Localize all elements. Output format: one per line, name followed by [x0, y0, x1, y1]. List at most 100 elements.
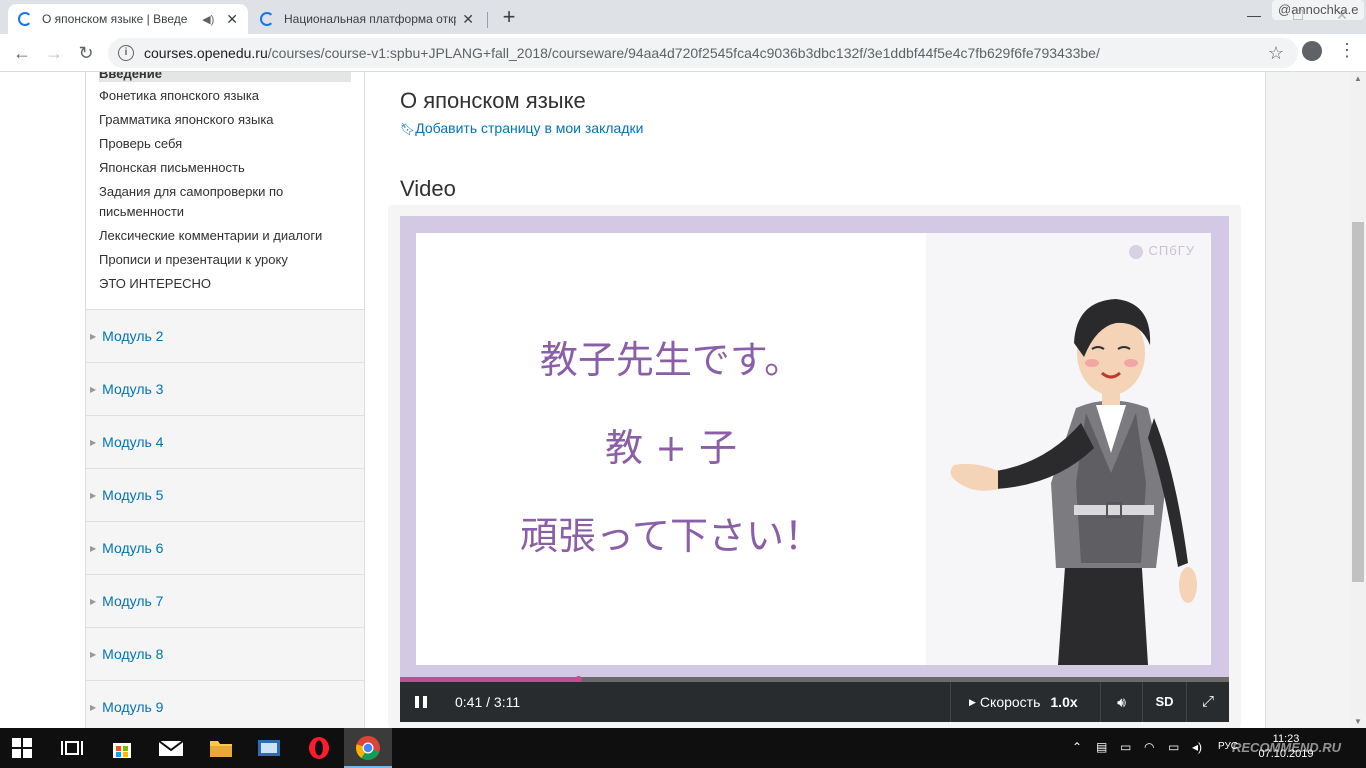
sidebar-item-self-check[interactable]: Проверь себя [99, 134, 361, 154]
windows-logo-pane [23, 749, 32, 758]
module-label: Модуль 7 [102, 593, 164, 609]
pause-icon-bar [423, 696, 427, 708]
start-button[interactable] [12, 738, 32, 758]
task-view-icon[interactable] [60, 736, 86, 760]
sidebar-module-2[interactable]: ▶ Модуль 2 [86, 309, 364, 362]
caret-right-icon: ▶ [90, 702, 97, 712]
caret-right-icon: ▶ [90, 543, 97, 553]
video-time: 0:41 / 3:11 [455, 694, 521, 710]
url-host: courses.openedu.ru [144, 45, 268, 61]
store-icon[interactable] [110, 736, 136, 760]
sidebar-module-5[interactable]: ▶ Модуль 5 [86, 468, 364, 521]
account-avatar-icon[interactable] [1302, 41, 1322, 61]
sidebar-module-6[interactable]: ▶ Модуль 6 [86, 521, 364, 574]
wifi-icon[interactable]: ◠ [1144, 740, 1154, 754]
page-scrollbar[interactable]: ▲ ▼ [1350, 72, 1366, 728]
browser-toolbar: ← → ↻ i courses.openedu.ru/courses/cours… [0, 34, 1366, 72]
reload-button[interactable]: ↻ [72, 39, 100, 67]
chrome-taskbar-button[interactable] [344, 728, 392, 768]
sidebar-item-active[interactable]: Введение [99, 72, 351, 82]
forward-button[interactable]: → [40, 39, 68, 67]
add-bookmark-link[interactable]: 🔖︎Добавить страницу в мои закладки [400, 120, 643, 136]
module-label: Модуль 3 [102, 381, 164, 397]
slide-line-1: 教子先生です。 [539, 338, 803, 382]
scrollbar-thumb[interactable] [1352, 222, 1364, 582]
minimize-window-button[interactable]: — [1234, 0, 1274, 30]
sidebar-item-interesting[interactable]: ЭТО ИНТЕРЕСНО [99, 274, 361, 294]
slide-line-2: 教 + 子 [605, 426, 737, 470]
volume-tray-icon[interactable]: ◂) [1192, 740, 1202, 754]
windows-taskbar: ⌃ ▤ ▭ ◠ ▭ ◂) РУС RECOMMEND.RU 11:23 07.1… [0, 728, 1366, 768]
chrome-icon [356, 736, 380, 760]
tray-expand-icon[interactable]: ⌃ [1072, 740, 1082, 754]
bookmark-star-icon[interactable]: ☆ [1268, 43, 1284, 64]
windows-logo-pane [23, 738, 32, 747]
app-icon[interactable] [256, 736, 282, 760]
video-player: 教子先生です。 教 + 子 頑張って下さい！ СПбГУ 0:41 / 3:11… [388, 205, 1241, 728]
sidebar-item-grammar[interactable]: Грамматика японского языка [99, 110, 361, 130]
module-label: Модуль 9 [102, 699, 164, 715]
course-navigation-sidebar: Введение Фонетика японского языка Грамма… [85, 72, 365, 728]
caret-right-icon: ▶ [90, 649, 97, 659]
address-bar[interactable]: i courses.openedu.ru/courses/course-v1:s… [108, 38, 1298, 68]
file-explorer-icon[interactable] [208, 736, 234, 760]
tab-active[interactable]: О японском языке | Введе ◀) ✕ [8, 4, 248, 34]
scroll-down-icon[interactable]: ▼ [1354, 717, 1362, 726]
browser-tab-strip: О японском языке | Введе ◀) ✕ Национальн… [0, 0, 1366, 34]
module-label: Модуль 2 [102, 328, 164, 344]
windows-logo-pane [12, 749, 21, 758]
volume-button[interactable]: 🔊︎ [1100, 682, 1142, 722]
clock-time: 11:23 [1272, 733, 1300, 745]
tab-inactive[interactable]: Национальная платформа откр ✕ [250, 4, 484, 34]
tray-display-icon[interactable]: ▭ [1120, 740, 1131, 754]
sidebar-item-writing-tasks[interactable]: Задания для самопроверки по [99, 182, 361, 202]
audio-playing-icon[interactable]: ◀) [202, 13, 214, 26]
speed-value: 1.0x [1050, 694, 1078, 710]
sidebar-module-4[interactable]: ▶ Модуль 4 [86, 415, 364, 468]
tray-app-icon[interactable]: ▤ [1096, 740, 1107, 754]
loading-spinner-icon [18, 12, 32, 26]
sidebar-module-7[interactable]: ▶ Модуль 7 [86, 574, 364, 627]
site-info-icon[interactable]: i [118, 45, 134, 61]
battery-icon[interactable]: ▭ [1168, 740, 1179, 754]
speed-button[interactable]: ▶ Скорость 1.0x [950, 682, 1100, 722]
add-bookmark-label: Добавить страницу в мои закладки [415, 120, 644, 136]
tab-title: Национальная платформа откр [284, 12, 457, 26]
sidebar-item-label: Введение [99, 72, 162, 81]
profile-name-overlay: @annochka.e [1272, 0, 1365, 20]
module-label: Модуль 8 [102, 646, 164, 662]
sidebar-item-presentations[interactable]: Прописи и презентации к уроку [99, 250, 361, 270]
caret-right-icon: ▶ [90, 437, 97, 447]
sidebar-item-phonetics[interactable]: Фонетика японского языка [99, 86, 361, 106]
video-heading: Video [400, 176, 456, 201]
browser-menu-icon[interactable]: ⋮ [1338, 40, 1356, 60]
mail-icon[interactable] [158, 736, 184, 760]
sidebar-module-3[interactable]: ▶ Модуль 3 [86, 362, 364, 415]
sidebar-module-9[interactable]: ▶ Модуль 9 [86, 680, 364, 728]
caret-right-icon: ▶ [90, 331, 97, 341]
opera-icon[interactable] [306, 736, 332, 760]
page-left-margin [0, 72, 85, 728]
sidebar-item-writing-tasks-cont[interactable]: письменности [99, 202, 361, 222]
volume-icon: 🔊︎ [1117, 694, 1126, 710]
back-button[interactable]: ← [8, 39, 36, 67]
close-tab-icon[interactable]: ✕ [226, 11, 238, 28]
sidebar-item-writing[interactable]: Японская письменность [99, 158, 361, 178]
fullscreen-button[interactable]: ⤢ [1186, 682, 1229, 722]
scroll-up-icon[interactable]: ▲ [1354, 74, 1362, 83]
clock-date: 07.10.2019 [1258, 748, 1314, 760]
new-tab-button[interactable]: + [497, 4, 521, 30]
module-label: Модуль 5 [102, 487, 164, 503]
speed-label: Скорость [979, 694, 1041, 710]
system-clock[interactable]: 11:23 07.10.2019 [1256, 732, 1316, 762]
pause-button[interactable] [413, 694, 429, 710]
module-label: Модуль 4 [102, 434, 164, 450]
module-label: Модуль 6 [102, 540, 164, 556]
close-tab-icon[interactable]: ✕ [462, 11, 474, 28]
sidebar-module-8[interactable]: ▶ Модуль 8 [86, 627, 364, 680]
video-frame[interactable]: 教子先生です。 教 + 子 頑張って下さい！ СПбГУ [400, 216, 1229, 677]
fullscreen-icon: ⤢ [1201, 693, 1214, 710]
sidebar-item-lexical[interactable]: Лексические комментарии и диалоги [99, 226, 361, 246]
slide-text-panel: 教子先生です。 教 + 子 頑張って下さい！ [416, 233, 926, 665]
quality-button[interactable]: SD [1142, 682, 1186, 722]
